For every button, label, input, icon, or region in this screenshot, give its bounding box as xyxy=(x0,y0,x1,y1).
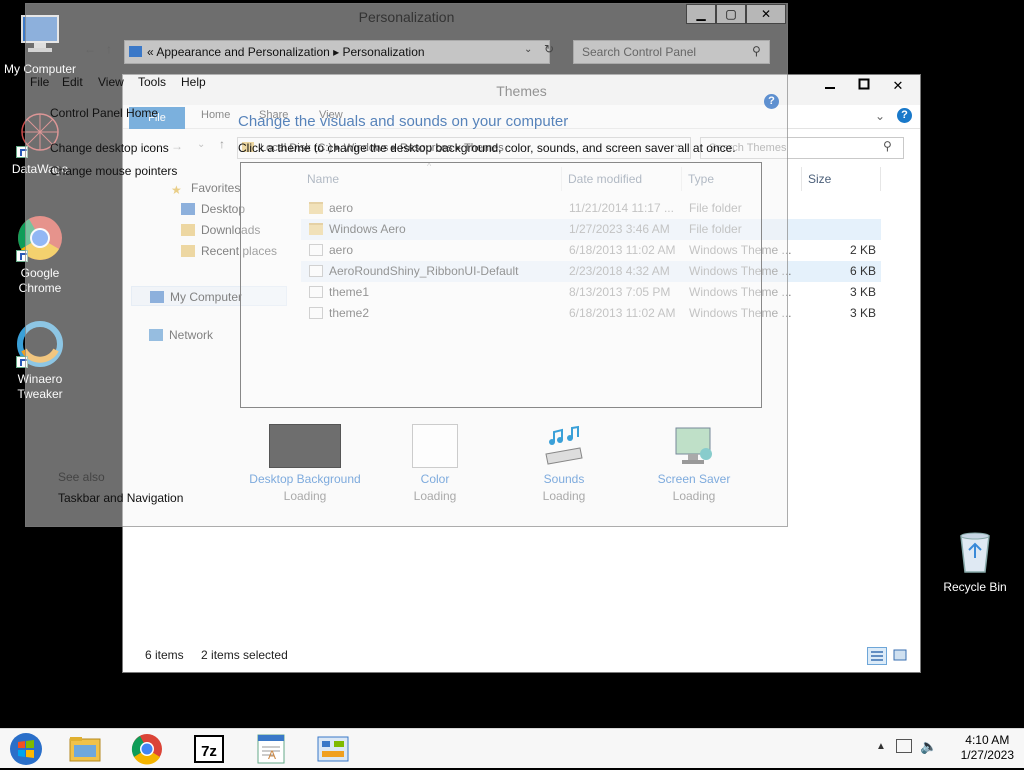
window-title: Personalization xyxy=(358,9,455,25)
change-desktop-icons-link[interactable]: Change desktop icons xyxy=(50,141,169,155)
desktop-background-tile[interactable]: Desktop Background Loading xyxy=(245,424,365,503)
maximize-button[interactable]: ▢ xyxy=(716,4,746,24)
7zip-icon: 7z xyxy=(194,735,224,763)
color-tile[interactable]: Color Loading xyxy=(375,424,495,503)
details-view-button[interactable] xyxy=(867,647,887,665)
wordpad-icon: A xyxy=(257,734,285,764)
address-path: « Appearance and Personalization ▸ Perso… xyxy=(147,45,425,59)
minimize-button[interactable] xyxy=(813,75,847,97)
file-explorer-icon xyxy=(69,737,101,762)
theme-gallery[interactable] xyxy=(240,162,762,408)
volume-icon[interactable]: 🔈 xyxy=(920,738,937,755)
menu-edit[interactable]: Edit xyxy=(62,75,83,89)
tile-label: Desktop Background xyxy=(249,472,361,486)
search-input[interactable]: Search Control Panel xyxy=(573,40,770,64)
svg-text:A: A xyxy=(268,748,276,762)
close-button[interactable]: ✕ xyxy=(881,75,915,97)
menu-tools[interactable]: Tools xyxy=(138,75,166,89)
large-icons-view-button[interactable] xyxy=(891,647,909,665)
tile-status: Loading xyxy=(413,489,457,503)
refresh-icon[interactable]: ↻ xyxy=(544,42,554,56)
sounds-tile[interactable]: Sounds Loading xyxy=(504,424,624,503)
status-selected-count: 2 items selected xyxy=(201,648,288,662)
chrome-icon xyxy=(131,734,162,765)
show-hidden-icons-icon[interactable]: ▲ xyxy=(876,741,886,752)
address-dropdown-icon[interactable]: ⌄ xyxy=(524,44,532,55)
change-mouse-pointers-link[interactable]: Change mouse pointers xyxy=(50,164,177,178)
control-panel-home-link[interactable]: Control Panel Home xyxy=(50,106,158,120)
taskbar-chrome[interactable] xyxy=(124,731,170,767)
taskbar: 7z A ▲ 🔈 4:10 AM 1/27/2023 xyxy=(0,728,1024,768)
minimize-icon xyxy=(825,87,835,89)
desktop-icon-recycle-bin[interactable]: Recycle Bin xyxy=(935,528,1015,595)
column-header-size[interactable]: Size xyxy=(802,167,881,191)
recycle-bin-icon xyxy=(951,528,999,576)
menu-file[interactable]: File xyxy=(30,75,49,89)
tile-label: Sounds xyxy=(543,472,585,486)
page-heading: Change the visuals and sounds on your co… xyxy=(238,113,569,130)
taskbar-7zip[interactable]: 7z xyxy=(186,731,232,767)
sounds-icon xyxy=(540,424,588,468)
desktop-icon-label: Recycle Bin xyxy=(943,580,1007,594)
screen-saver-tile[interactable]: Screen Saver Loading xyxy=(634,424,754,503)
tile-label: Screen Saver xyxy=(657,472,731,486)
tile-status: Loading xyxy=(672,489,716,503)
status-bar: 6 items 2 items selected xyxy=(145,648,288,662)
maximize-icon: ▢ xyxy=(725,7,737,21)
screen-saver-icon xyxy=(670,424,718,468)
menu-view[interactable]: View xyxy=(98,75,124,89)
help-icon[interactable]: ? xyxy=(764,94,779,109)
taskbar-and-navigation-link[interactable]: Taskbar and Navigation xyxy=(58,491,183,505)
tile-status: Loading xyxy=(542,489,586,503)
up-arrow-icon[interactable]: ↑ xyxy=(106,42,112,56)
clock-time: 4:10 AM xyxy=(965,733,1010,747)
clock-date: 1/27/2023 xyxy=(960,748,1014,762)
minimize-button[interactable]: ▁ xyxy=(686,4,716,24)
status-item-count: 6 items xyxy=(145,648,184,662)
back-arrow-icon[interactable]: ← xyxy=(84,42,96,56)
svg-text:7z: 7z xyxy=(201,743,217,760)
search-icon[interactable]: ⚲ xyxy=(752,44,761,58)
ribbon-expand-icon[interactable]: ⌄ xyxy=(875,109,885,123)
large-icons-view-icon xyxy=(893,649,907,661)
search-icon[interactable]: ⚲ xyxy=(883,139,892,153)
page-description: Click a theme to change the desktop back… xyxy=(238,141,736,155)
address-bar[interactable]: « Appearance and Personalization ▸ Perso… xyxy=(124,40,550,64)
see-also-heading: See also xyxy=(58,470,105,484)
control-panel-icon xyxy=(317,736,349,762)
maximize-button[interactable] xyxy=(847,75,881,97)
desktop-background-swatch xyxy=(269,424,341,468)
details-view-icon xyxy=(871,651,883,661)
maximize-icon xyxy=(858,78,870,90)
clock[interactable]: 4:10 AM 1/27/2023 xyxy=(961,733,1014,763)
help-icon[interactable]: ? xyxy=(897,108,912,123)
taskbar-control-panel[interactable] xyxy=(310,731,356,767)
control-panel-icon xyxy=(129,46,142,57)
start-button[interactable] xyxy=(4,731,50,767)
taskbar-file-explorer[interactable] xyxy=(62,731,108,767)
minimize-icon: ▁ xyxy=(696,7,706,21)
personalization-window: Personalization ▁ ▢ ✕ ← ↑ « Appearance a… xyxy=(25,3,788,527)
windows-logo-icon xyxy=(10,733,42,765)
menu-help[interactable]: Help xyxy=(181,75,206,89)
network-tray-icon[interactable] xyxy=(896,739,912,753)
close-icon: ✕ xyxy=(760,7,772,21)
close-icon: ✕ xyxy=(892,78,904,93)
taskbar-wordpad[interactable]: A xyxy=(248,731,294,767)
tile-label: Color xyxy=(420,472,450,486)
close-button[interactable]: ✕ xyxy=(746,4,786,24)
tile-status: Loading xyxy=(283,489,327,503)
color-swatch xyxy=(412,424,458,468)
